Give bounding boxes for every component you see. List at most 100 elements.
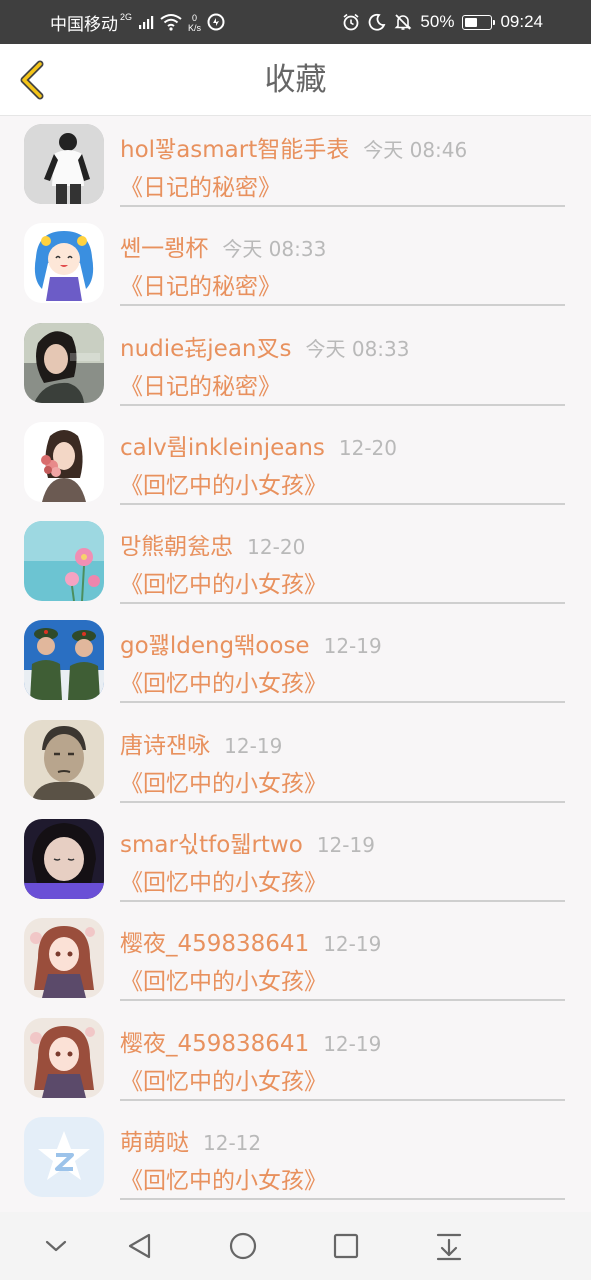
avatar-image xyxy=(24,819,104,900)
story-title[interactable]: 《日记的秘密》 xyxy=(120,367,281,401)
bell-off-icon xyxy=(394,14,412,30)
favorite-item[interactable]: smar싟tfo뒓rtwo 12-19 《回忆中的小女孩》 xyxy=(0,811,591,910)
avatar[interactable] xyxy=(24,421,104,502)
avatar[interactable] xyxy=(24,719,104,800)
username[interactable]: 樱夜_459838641 xyxy=(120,931,309,957)
item-meta: 萌萌哒 12-12 xyxy=(120,1123,569,1156)
username[interactable]: 쏀一뢩杯 xyxy=(120,236,208,262)
item-meta: nudie㐂jean㕚s 今天 08:33 xyxy=(120,329,569,362)
username[interactable]: 망熊朝瓫忠 xyxy=(120,534,233,560)
home-nav-button[interactable] xyxy=(223,1226,263,1266)
story-title[interactable]: 《回忆中的小女孩》 xyxy=(120,1062,327,1096)
timestamp: 今天 08:33 xyxy=(305,336,410,361)
timestamp: 12-20 xyxy=(338,435,398,460)
username[interactable]: go꽳ldeng뙊oose xyxy=(120,633,310,659)
avatar-image xyxy=(24,1116,104,1197)
favorite-item[interactable]: hol꽣asmart智能手表 今天 08:46 《日记的秘密》 xyxy=(0,116,591,215)
story-title[interactable]: 《日记的秘密》 xyxy=(120,267,281,301)
item-meta: go꽳ldeng뙊oose 12-19 xyxy=(120,626,569,659)
item-meta: 樱夜_459838641 12-19 xyxy=(120,1024,569,1057)
avatar[interactable] xyxy=(24,1017,104,1098)
notification-pull-button[interactable] xyxy=(429,1226,469,1266)
avatar[interactable] xyxy=(24,620,104,701)
timestamp: 今天 08:33 xyxy=(222,237,327,262)
story-title[interactable]: 《回忆中的小女孩》 xyxy=(120,1161,327,1195)
clock: 09:24 xyxy=(500,12,543,31)
story-title[interactable]: 《回忆中的小女孩》 xyxy=(120,764,327,798)
app-header: 收藏 xyxy=(0,44,591,116)
favorite-item[interactable]: 唐诗쟨咏 12-19 《回忆中的小女孩》 xyxy=(0,712,591,811)
story-title[interactable]: 《日记的秘密》 xyxy=(120,168,281,202)
avatar-image xyxy=(24,124,104,204)
avatar[interactable] xyxy=(24,819,104,900)
battery-icon xyxy=(462,14,496,30)
navigation-bar xyxy=(0,1212,591,1280)
signal-icon xyxy=(139,16,154,29)
favorite-item[interactable]: nudie㐂jean㕚s 今天 08:33 《日记的秘密》 xyxy=(0,315,591,414)
avatar[interactable] xyxy=(24,1116,104,1197)
item-meta: 唐诗쟨咏 12-19 xyxy=(120,726,569,759)
divider xyxy=(120,1197,565,1200)
divider xyxy=(120,403,565,406)
data-saver-icon xyxy=(207,13,225,31)
username[interactable]: hol꽣asmart智能手表 xyxy=(120,137,349,163)
recents-square-icon xyxy=(333,1233,359,1259)
avatar-image xyxy=(24,918,104,999)
favorite-item[interactable]: go꽳ldeng뙊oose 12-19 《回忆中的小女孩》 xyxy=(0,612,591,711)
avatar[interactable] xyxy=(24,322,104,403)
item-meta: 쏀一뢩杯 今天 08:33 xyxy=(120,229,569,262)
item-meta: calv뤔inkleinjeans 12-20 xyxy=(120,428,569,461)
status-bar: 中国移动 2G 0 K/s 50% 09:24 xyxy=(0,0,591,44)
timestamp: 12-20 xyxy=(247,535,306,560)
username[interactable]: 萌萌哒 xyxy=(120,1130,189,1156)
network-type: 2G xyxy=(120,12,133,22)
wifi-icon xyxy=(160,14,182,31)
back-nav-button[interactable] xyxy=(120,1226,160,1266)
divider xyxy=(120,900,565,903)
avatar-image xyxy=(24,620,104,701)
favorite-item[interactable]: 망熊朝瓫忠 12-20 《回忆中的小女孩》 xyxy=(0,513,591,612)
username[interactable]: calv뤔inkleinjeans xyxy=(120,435,325,461)
story-title[interactable]: 《回忆中的小女孩》 xyxy=(120,962,327,996)
favorite-item[interactable]: 萌萌哒 12-12 《回忆中的小女孩》 xyxy=(0,1109,591,1208)
story-title[interactable]: 《回忆中的小女孩》 xyxy=(120,565,327,599)
timestamp: 今天 08:46 xyxy=(363,138,468,162)
timestamp: 12-12 xyxy=(203,1130,262,1155)
speed-value: 0 xyxy=(192,13,198,23)
username[interactable]: 樱夜_459838641 xyxy=(120,1031,309,1057)
timestamp: 12-19 xyxy=(316,833,375,858)
avatar[interactable] xyxy=(24,223,104,304)
page-title: 收藏 xyxy=(264,62,327,98)
chevron-down-icon xyxy=(45,1240,67,1252)
favorite-item[interactable]: 樱夜_459838641 12-19 《回忆中的小女孩》 xyxy=(0,910,591,1009)
avatar-image xyxy=(24,1017,104,1098)
divider xyxy=(120,502,565,505)
username[interactable]: 唐诗쟨咏 xyxy=(120,733,210,759)
divider xyxy=(120,800,565,803)
story-title[interactable]: 《回忆中的小女孩》 xyxy=(120,466,327,500)
favorite-item[interactable]: calv뤔inkleinjeans 12-20 《回忆中的小女孩》 xyxy=(0,414,591,513)
item-meta: 망熊朝瓫忠 12-20 xyxy=(120,527,569,560)
avatar[interactable] xyxy=(24,521,104,602)
story-title[interactable]: 《回忆中的小女孩》 xyxy=(120,863,327,897)
avatar[interactable] xyxy=(24,918,104,999)
alarm-icon xyxy=(343,13,359,31)
username[interactable]: nudie㐂jean㕚s xyxy=(120,336,292,362)
avatar-image xyxy=(24,719,104,800)
divider xyxy=(120,1098,565,1101)
avatar-image xyxy=(24,223,104,304)
item-meta: smar싟tfo뒓rtwo 12-19 xyxy=(120,825,569,858)
avatar-image xyxy=(24,421,104,502)
battery-percent: 50% xyxy=(420,12,455,31)
collapse-nav-button[interactable] xyxy=(36,1226,76,1266)
item-meta: 樱夜_459838641 12-19 xyxy=(120,924,569,957)
username[interactable]: smar싟tfo뒓rtwo xyxy=(120,832,303,858)
favorite-item[interactable]: 樱夜_459838641 12-19 《回忆中的小女孩》 xyxy=(0,1010,591,1109)
item-meta: hol꽣asmart智能手表 今天 08:46 xyxy=(120,130,569,163)
timestamp: 12-19 xyxy=(323,932,382,957)
status-left: 中国移动 2G 0 K/s xyxy=(50,0,225,44)
favorite-item[interactable]: 쏀一뢩杯 今天 08:33 《日记的秘密》 xyxy=(0,215,591,314)
story-title[interactable]: 《回忆中的小女孩》 xyxy=(120,664,327,698)
recents-nav-button[interactable] xyxy=(326,1226,366,1266)
avatar[interactable] xyxy=(24,124,104,204)
